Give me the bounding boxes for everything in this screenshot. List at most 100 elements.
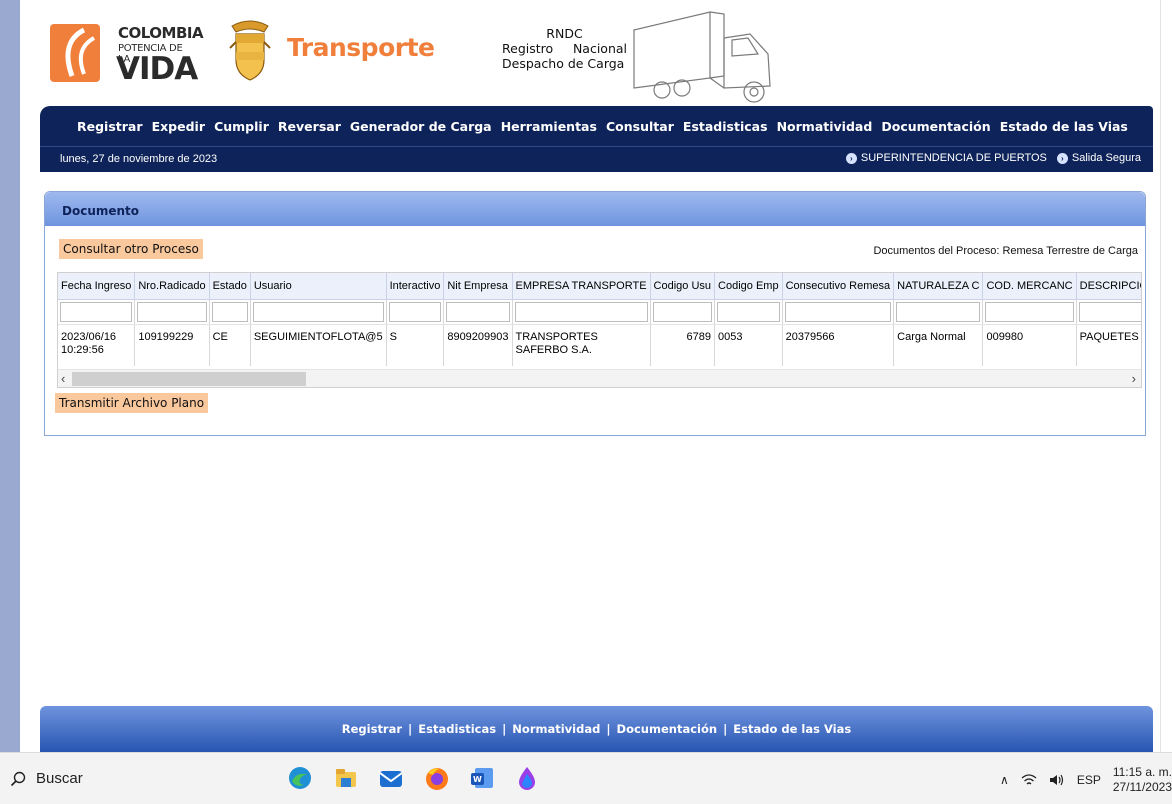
menu-reversar[interactable]: Reversar (278, 119, 341, 134)
footer-link-estadisticas[interactable]: Estadisticas (418, 722, 496, 736)
transmitir-archivo-plano-button[interactable]: Transmitir Archivo Plano (55, 393, 209, 413)
menu-expedir[interactable]: Expedir (152, 119, 205, 134)
cell-consecutivo: 20379566 (782, 324, 895, 366)
mail-icon[interactable] (378, 765, 404, 791)
search-label: Buscar (36, 770, 83, 787)
taskbar-clock[interactable]: 11:15 a. m. 27/11/2023 (1113, 765, 1172, 795)
taskbar-search[interactable]: Buscar (10, 770, 83, 787)
filter-input[interactable] (60, 301, 133, 322)
col-interactivo[interactable]: Interactivo (386, 273, 445, 300)
col-nro-radicado[interactable]: Nro.Radicado (134, 273, 210, 300)
superintendencia-label: SUPERINTENDENCIA DE PUERTOS (860, 152, 1047, 164)
clock-time: 11:15 a. m. (1112, 765, 1172, 779)
panel-title: Documento (62, 204, 140, 218)
filter-input[interactable] (896, 301, 981, 322)
filter-input[interactable] (446, 301, 510, 322)
svg-text:W: W (473, 775, 482, 784)
col-nit-empresa[interactable]: Nit Empresa (443, 273, 513, 300)
word-icon[interactable]: W (469, 765, 495, 791)
scrollbar-thumb[interactable] (72, 372, 306, 386)
cell-nit: 8909209903 (443, 324, 513, 366)
firefox-icon[interactable] (424, 765, 450, 791)
footer-link-normatividad[interactable]: Normatividad (512, 722, 600, 736)
edge-icon[interactable] (287, 765, 313, 791)
menu-estado-de-las-vias[interactable]: Estado de las Vias (1000, 119, 1128, 134)
cell-fecha: 2023/06/16 10:29:56 (58, 324, 136, 366)
table-row[interactable]: 2023/06/16 10:29:56 109199229 CE SEGUIMI… (58, 324, 1141, 366)
main-menu: Registrar Expedir Cumplir Reversar Gener… (40, 106, 1153, 146)
menu-estadisticas[interactable]: Estadisticas (683, 119, 768, 134)
paint-drop-icon[interactable] (514, 765, 540, 791)
scroll-left-icon[interactable]: ‹ (61, 370, 65, 387)
filter-input[interactable] (514, 301, 648, 322)
left-window-edge (0, 0, 20, 752)
documents-grid: Fecha Ingreso Nro.Radicado Estado Usuari… (57, 272, 1142, 388)
footer-link-documentacion[interactable]: Documentación (617, 722, 718, 736)
col-usuario[interactable]: Usuario (250, 273, 387, 300)
arrow-circle-icon: › (845, 152, 857, 164)
footer-separator: | (606, 722, 611, 736)
salida-segura-link[interactable]: › Salida Segura (1056, 152, 1141, 164)
menu-documentacion[interactable]: Documentación (881, 119, 990, 134)
volume-icon[interactable] (1049, 773, 1065, 787)
search-icon (10, 771, 26, 786)
cell-radicado: 109199229 (134, 324, 210, 366)
date-bar: lunes, 27 de noviembre de 2023 › SUPERIN… (40, 146, 1153, 172)
superintendencia-link[interactable]: › SUPERINTENDENCIA DE PUERTOS (845, 152, 1047, 164)
colombia-logo: COLOMBIA POTENCIA DE LA VIDA (50, 16, 204, 88)
rndc-registro: Registro (502, 41, 554, 56)
process-label: Documentos del Proceso: Remesa Terrestre… (873, 245, 1138, 257)
col-naturaleza[interactable]: NATURALEZA C (893, 273, 984, 300)
right-scrollbar[interactable] (1160, 0, 1172, 752)
menu-normatividad[interactable]: Normatividad (777, 119, 873, 134)
menu-cumplir[interactable]: Cumplir (214, 119, 269, 134)
consultar-otro-proceso-button[interactable]: Consultar otro Proceso (59, 239, 203, 259)
footer-link-registrar[interactable]: Registrar (342, 722, 402, 736)
horizontal-scrollbar[interactable]: ‹ › (58, 369, 1141, 387)
current-date: lunes, 27 de noviembre de 2023 (60, 153, 218, 165)
filter-input[interactable] (652, 301, 713, 322)
language-indicator[interactable]: ESP (1077, 773, 1101, 787)
filter-input[interactable] (388, 301, 442, 322)
logo-text-colombia: COLOMBIA (118, 24, 204, 42)
cell-descripcion: PAQUETES (1076, 324, 1141, 366)
menu-consultar[interactable]: Consultar (606, 119, 674, 134)
logo-text-vida: VIDA (116, 51, 198, 87)
col-codigo-usu[interactable]: Codigo Usu (650, 273, 716, 300)
cell-naturaleza: Carga Normal (893, 324, 984, 366)
filter-row (58, 299, 1141, 325)
menu-generador-de-carga[interactable]: Generador de Carga (350, 119, 492, 134)
cell-empresa: TRANSPORTES SAFERBO S.A. (512, 324, 651, 366)
filter-input[interactable] (717, 301, 780, 322)
coat-of-arms-icon (229, 20, 271, 81)
file-explorer-icon[interactable] (333, 765, 359, 791)
filter-input[interactable] (252, 301, 384, 322)
chevron-up-icon[interactable]: ∧ (1000, 773, 1009, 787)
col-empresa-transporte[interactable]: EMPRESA TRANSPORTE (512, 273, 651, 300)
document-panel: Documento Consultar otro Proceso Documen… (44, 191, 1146, 436)
menu-registrar[interactable]: Registrar (77, 119, 143, 134)
col-consecutivo-remesa[interactable]: Consecutivo Remesa (782, 273, 895, 300)
col-cod-mercancia[interactable]: COD. MERCANC (982, 273, 1077, 300)
cell-estado: CE (209, 324, 251, 366)
col-estado[interactable]: Estado (209, 273, 251, 300)
scroll-right-icon[interactable]: › (1132, 370, 1136, 387)
rndc-label: RNDC (546, 26, 583, 41)
footer-separator: | (723, 722, 728, 736)
col-fecha-ingreso[interactable]: Fecha Ingreso (58, 273, 136, 300)
col-descripcion-corta[interactable]: DESCRIPCION CORTA (1076, 273, 1141, 300)
rndc-despacho: Despacho de Carga (502, 56, 625, 71)
col-codigo-emp[interactable]: Codigo Emp (714, 273, 783, 300)
filter-input[interactable] (985, 301, 1074, 322)
filter-input[interactable] (1078, 301, 1141, 322)
footer-link-estado-de-las-vias[interactable]: Estado de las Vias (733, 722, 851, 736)
footer-separator: | (408, 722, 413, 736)
filter-input[interactable] (784, 301, 892, 322)
arrow-circle-icon: › (1056, 152, 1068, 164)
menu-herramientas[interactable]: Herramientas (501, 119, 597, 134)
filter-input[interactable] (211, 301, 248, 322)
panel-header: Documento (45, 192, 1145, 226)
cell-usuario: SEGUIMIENTOFLOTA@5 (250, 324, 387, 366)
filter-input[interactable] (137, 301, 207, 322)
wifi-icon[interactable] (1021, 773, 1037, 787)
